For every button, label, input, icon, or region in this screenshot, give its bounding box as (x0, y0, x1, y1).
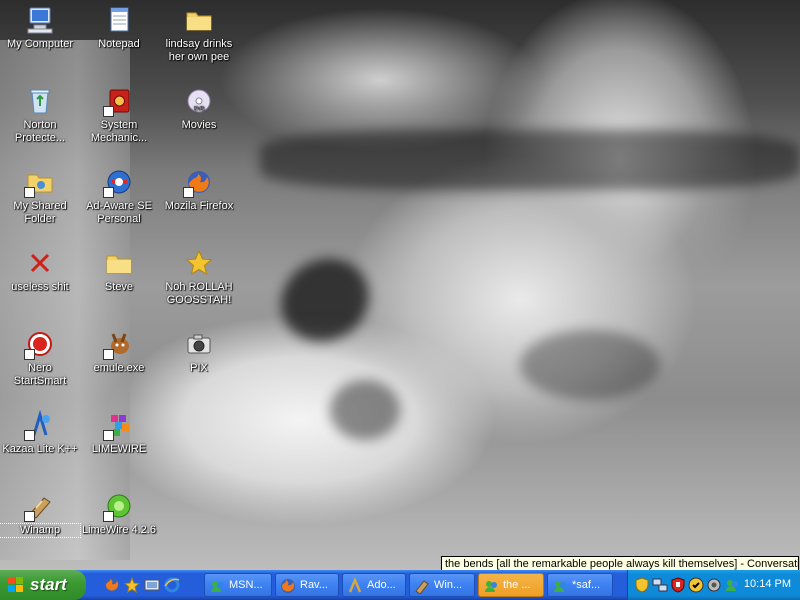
task-label: Rav... (300, 579, 328, 591)
quick-launch (94, 575, 198, 595)
clock[interactable]: 10:14 PM (744, 578, 791, 590)
nero-icon (24, 328, 56, 360)
notepad-icon (103, 4, 135, 36)
desktop-icon-norton-protected[interactable]: Norton Protecte... (0, 85, 80, 145)
icon-label: Norton Protecte... (14, 119, 66, 144)
icon-label: Steve (104, 281, 134, 293)
desktop-icon-useless[interactable]: useless shit (0, 247, 80, 294)
desktop-icon-kazaa[interactable]: Kazaa Lite K++ (0, 409, 80, 456)
msn-conversation-icon (483, 578, 499, 594)
desktop-icon-steve[interactable]: Steve (79, 247, 159, 294)
icon-label: Notepad (98, 38, 140, 50)
recycle-bin-icon (24, 85, 56, 117)
folder-icon (103, 247, 135, 279)
msn-tray-icon[interactable] (724, 577, 740, 593)
icon-label: My Shared Folder (13, 200, 67, 225)
desktop-icon-emule[interactable]: emule.exe (79, 328, 159, 375)
desktop-icon-system-mechanic[interactable]: System Mechanic... (79, 85, 159, 145)
norton-icon[interactable] (688, 577, 704, 593)
star-icon[interactable] (123, 576, 141, 594)
icon-label: LimeWire 4.2.6 (82, 524, 156, 536)
limewire-blocks-icon (103, 409, 135, 441)
msn-conversation-icon (552, 578, 568, 594)
task-button-msn[interactable]: MSN... (204, 573, 272, 597)
task-button-conversation-the[interactable]: the ... (478, 573, 544, 597)
folder-icon (183, 4, 215, 36)
icon-label: Mozila Firefox (164, 200, 234, 212)
desktop-icon-noh-rollah[interactable]: Noh ROLLAH GOOSSTAH! (159, 247, 239, 307)
winamp-icon (24, 490, 56, 522)
icon-label: lindsay drinks her own pee (165, 38, 233, 63)
desktop-icon-limewire-folder[interactable]: LIMEWIRE (79, 409, 159, 456)
firefox-icon (183, 166, 215, 198)
desktop-icon[interactable] (144, 577, 160, 593)
wallpaper-shadow (260, 130, 800, 190)
start-button[interactable]: start (0, 570, 86, 600)
task-label: MSN... (229, 579, 263, 591)
windows-logo-icon (8, 577, 24, 593)
network-icon[interactable] (652, 577, 668, 593)
start-label: start (30, 575, 67, 594)
icon-label: Kazaa Lite K++ (2, 443, 78, 455)
icon-label: Movies (181, 119, 217, 131)
adobe-icon (347, 576, 363, 594)
desktop-icon-notepad[interactable]: Notepad (79, 4, 159, 51)
icon-label: Nero StartSmart (13, 362, 67, 387)
security-icon[interactable] (670, 577, 686, 593)
icon-label: My Computer (6, 38, 74, 50)
emule-icon (103, 328, 135, 360)
wallpaper-shadow (330, 380, 400, 440)
limewire-icon (103, 490, 135, 522)
system-mechanic-icon (103, 85, 135, 117)
task-label: *saf... (572, 579, 601, 591)
desktop-icon-folder-lindsay[interactable]: lindsay drinks her own pee (159, 4, 239, 64)
taskbar: start MSN... Rav... Ado... Win... the ..… (0, 570, 800, 600)
desktop-icon-ad-aware[interactable]: Ad-Aware SE Personal (79, 166, 159, 226)
settings-icon[interactable] (706, 577, 722, 593)
icon-label: Noh ROLLAH GOOSSTAH! (165, 281, 233, 306)
desktop-icon-winamp[interactable]: Winamp (0, 490, 81, 538)
wallpaper-shadow (520, 330, 660, 400)
desktop-icon-my-shared-folder[interactable]: My Shared Folder (0, 166, 80, 226)
icon-label: Ad-Aware SE Personal (86, 200, 152, 225)
icon-label: LIMEWIRE (91, 443, 147, 455)
ad-aware-icon (103, 166, 135, 198)
svg-text:DVD: DVD (194, 106, 205, 112)
task-label: Win... (434, 579, 463, 591)
task-button-rav[interactable]: Rav... (275, 573, 339, 597)
firefox-icon[interactable] (104, 577, 120, 593)
my-computer-icon (24, 4, 56, 36)
winamp-icon (414, 578, 430, 595)
icon-label: emule.exe (93, 362, 145, 374)
shield-icon[interactable] (634, 577, 650, 593)
icon-label: System Mechanic... (90, 119, 148, 144)
wallpaper-shadow (266, 242, 384, 358)
camera-icon (183, 328, 215, 360)
desktop-icon-mozila-firefox[interactable]: Mozila Firefox (159, 166, 239, 213)
firefox-icon (280, 578, 296, 594)
msn-icon (209, 578, 225, 594)
system-tray: 10:14 PM (627, 570, 800, 600)
icon-label: Winamp (0, 523, 81, 538)
task-button-conversation-saf[interactable]: *saf... (547, 573, 613, 597)
star-icon (183, 247, 215, 279)
shared-folder-icon (24, 166, 56, 198)
task-button-adobe[interactable]: Ado... (342, 573, 406, 597)
task-button-winamp[interactable]: Win... (409, 573, 475, 597)
desktop-icon-limewire[interactable]: LimeWire 4.2.6 (79, 490, 159, 537)
desktop-icon-pix[interactable]: PIX (159, 328, 239, 375)
ie-icon[interactable] (164, 577, 180, 593)
desktop-icon-nero[interactable]: Nero StartSmart (0, 328, 80, 388)
desktop-icon-movies[interactable]: DVD Movies (159, 85, 239, 132)
task-label: the ... (503, 579, 531, 591)
icon-label: useless shit (11, 281, 69, 293)
kazaa-icon (24, 409, 56, 441)
dvd-icon: DVD (183, 85, 215, 117)
red-x-icon (24, 247, 56, 279)
task-label: Ado... (367, 579, 396, 591)
icon-label: PIX (190, 362, 208, 374)
desktop-icon-my-computer[interactable]: My Computer (0, 4, 80, 51)
